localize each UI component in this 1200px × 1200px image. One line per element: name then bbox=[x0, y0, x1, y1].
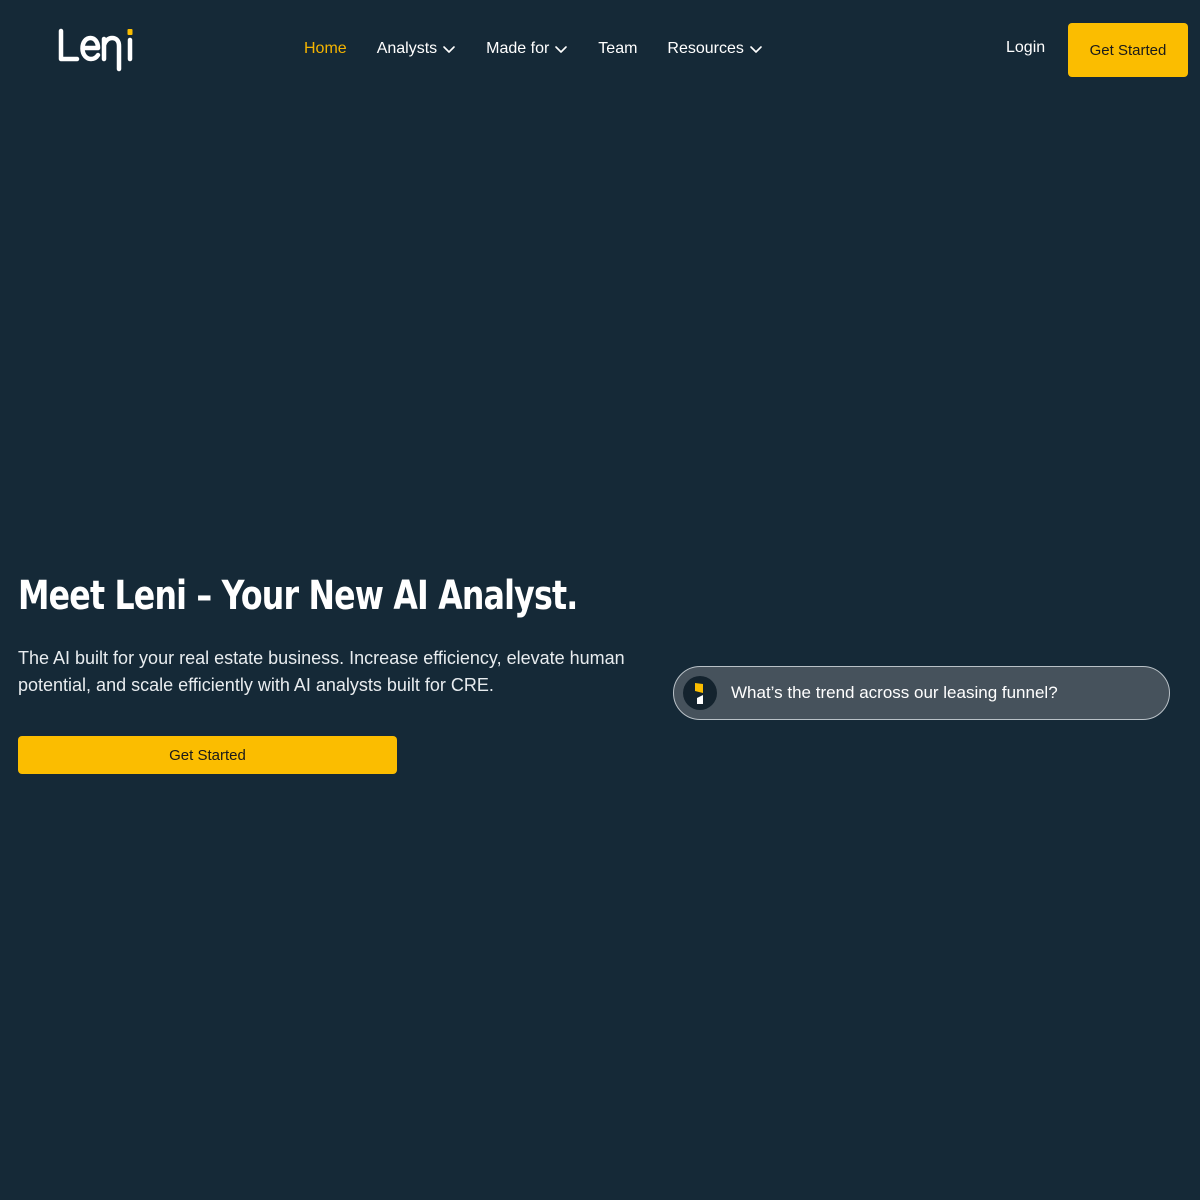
chevron-down-icon bbox=[555, 46, 568, 53]
nav-item-label: Resources bbox=[667, 40, 744, 57]
nav-item-label: Team bbox=[598, 40, 638, 57]
nav-item-resources[interactable]: Resources bbox=[667, 40, 762, 58]
site-header: Home Analysts Made for Team Resources Lo… bbox=[0, 0, 1200, 100]
page: Home Analysts Made for Team Resources Lo… bbox=[0, 0, 1200, 1200]
get-started-header-button[interactable]: Get Started bbox=[1068, 23, 1188, 77]
nav-item-label: Made for bbox=[486, 40, 550, 57]
nav-item-label: Home bbox=[304, 40, 347, 57]
login-link[interactable]: Login bbox=[1006, 39, 1045, 57]
nav-item-label: Analysts bbox=[376, 40, 438, 57]
leni-logo[interactable] bbox=[58, 26, 138, 74]
nav-item-home[interactable]: Home bbox=[304, 40, 347, 58]
hero-subtitle: The AI built for your real estate busine… bbox=[18, 648, 625, 695]
nav-item-analysts[interactable]: Analysts bbox=[377, 40, 456, 58]
leni-assistant-icon bbox=[683, 676, 717, 710]
get-started-hero-button[interactable]: Get Started bbox=[18, 736, 397, 774]
chevron-down-icon bbox=[750, 46, 762, 53]
nav-item-team[interactable]: Team bbox=[598, 40, 637, 58]
chevron-down-icon bbox=[443, 46, 455, 53]
nav-item-made-for[interactable]: Made for bbox=[486, 40, 568, 58]
main-nav: Home Analysts Made for Team Resources bbox=[304, 37, 793, 61]
chat-prompt-text: What’s the trend across our leasing funn… bbox=[731, 683, 1058, 702]
hero-title: Meet Leni – Your New AI Analyst. bbox=[18, 573, 578, 619]
chat-prompt-pill[interactable]: What’s the trend across our leasing funn… bbox=[673, 666, 1170, 720]
